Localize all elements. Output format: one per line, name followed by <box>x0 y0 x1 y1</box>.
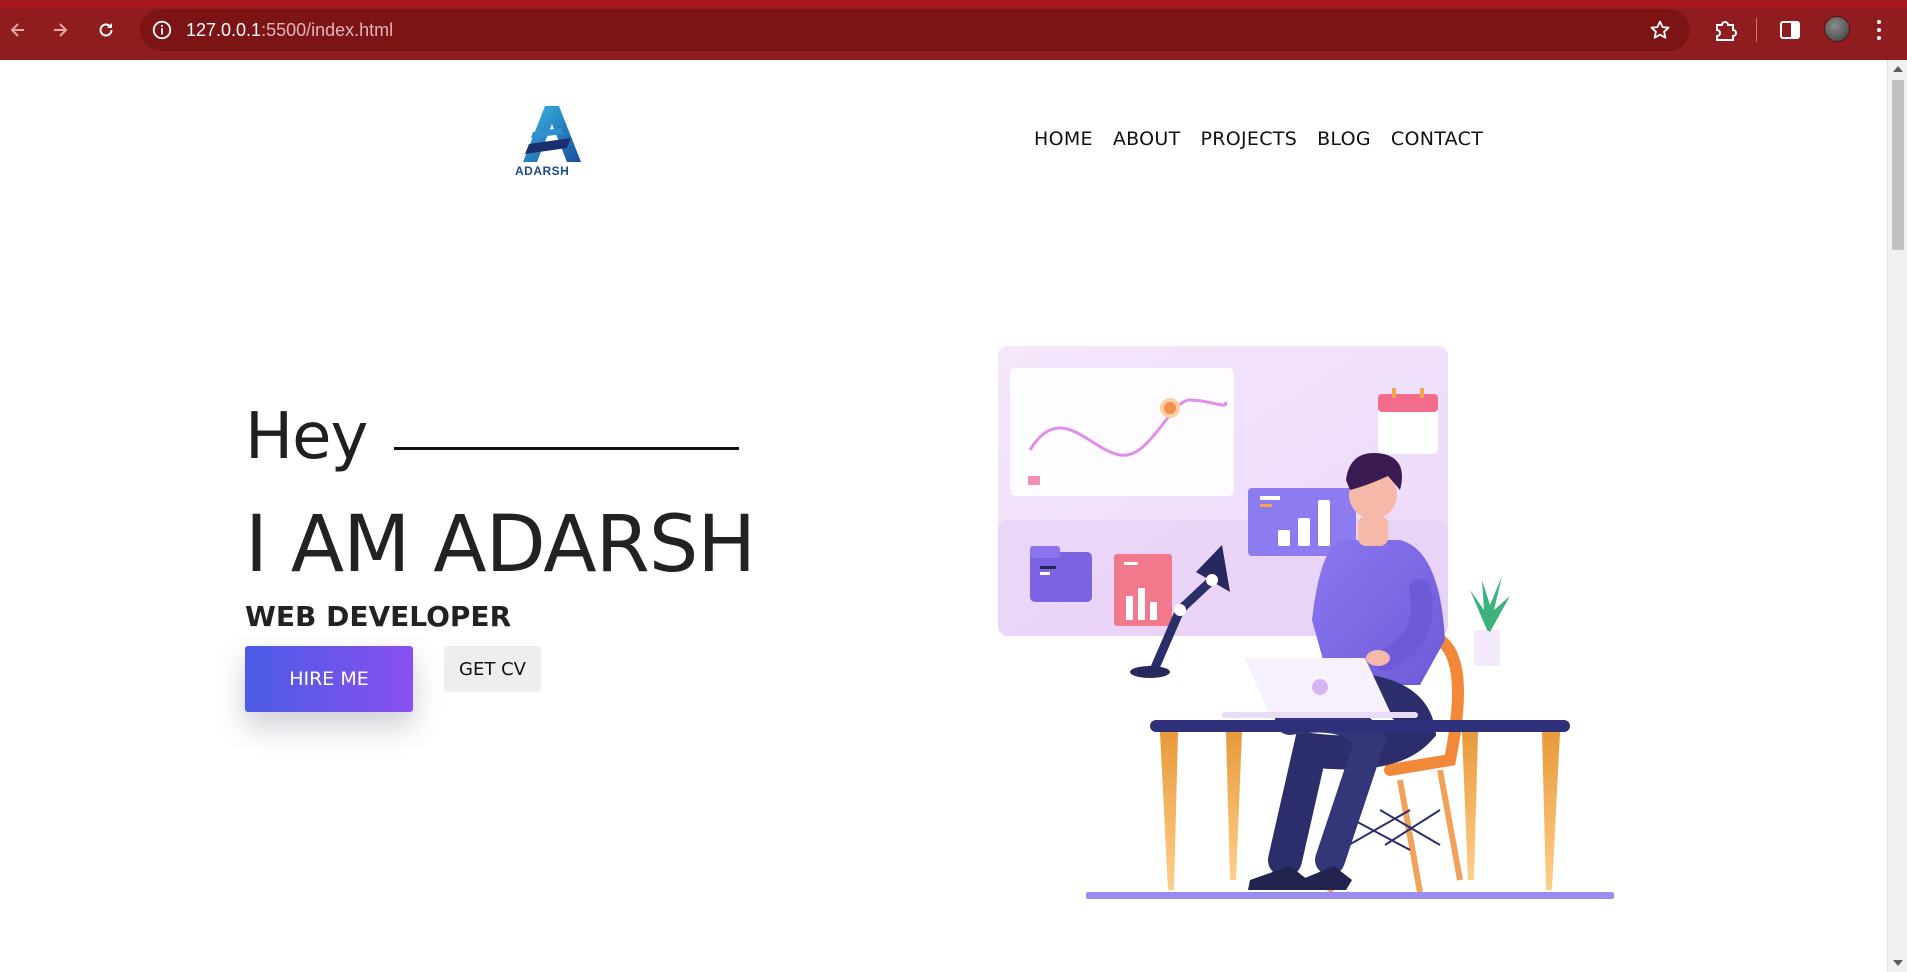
hero-title: I AM ADARSH <box>245 500 756 590</box>
site-info-icon[interactable] <box>150 18 174 42</box>
side-panel-icon[interactable] <box>1777 17 1803 43</box>
extensions-icon[interactable] <box>1712 17 1738 43</box>
bookmark-star-icon[interactable] <box>1648 18 1672 42</box>
nav-contact[interactable]: CONTACT <box>1391 128 1483 150</box>
url-host: 127.0.0.1 <box>186 19 262 40</box>
logo-text: ADARSH <box>515 164 570 178</box>
page-viewport: ADARSH HOME ABOUT PROJECTS BLOG CONTACT … <box>0 60 1887 972</box>
main-nav: HOME ABOUT PROJECTS BLOG CONTACT <box>1034 128 1483 150</box>
get-cv-button[interactable]: GET CV <box>444 646 541 692</box>
menu-kebab-icon[interactable] <box>1876 18 1882 42</box>
profile-avatar[interactable] <box>1824 16 1850 42</box>
scroll-up-icon[interactable] <box>1893 66 1903 72</box>
hero-greeting: Hey <box>245 400 368 474</box>
nav-projects[interactable]: PROJECTS <box>1201 128 1298 150</box>
nav-home[interactable]: HOME <box>1034 128 1093 150</box>
developer-at-desk-illustration <box>998 346 1614 899</box>
nav-blog[interactable]: BLOG <box>1317 128 1371 150</box>
url-path: :5500/index.html <box>261 19 394 40</box>
reload-icon[interactable] <box>90 14 122 46</box>
hire-me-button[interactable]: HIRE ME <box>245 646 413 712</box>
browser-toolbar: 127.0.0.1:5500/index.html <box>0 0 1907 60</box>
scroll-down-icon[interactable] <box>1893 960 1903 966</box>
greeting-underline <box>394 447 739 450</box>
back-icon[interactable] <box>2 14 34 46</box>
page-scrollbar[interactable] <box>1887 60 1907 972</box>
toolbar-divider <box>1756 18 1757 42</box>
tab-strip <box>0 0 1907 8</box>
url-text[interactable]: 127.0.0.1:5500/index.html <box>186 20 393 41</box>
nav-about[interactable]: ABOUT <box>1113 128 1181 150</box>
hero-subtitle: WEB DEVELOPER <box>245 600 512 633</box>
address-bar[interactable]: 127.0.0.1:5500/index.html <box>140 9 1690 51</box>
scroll-thumb[interactable] <box>1892 80 1904 250</box>
forward-icon[interactable] <box>44 14 76 46</box>
